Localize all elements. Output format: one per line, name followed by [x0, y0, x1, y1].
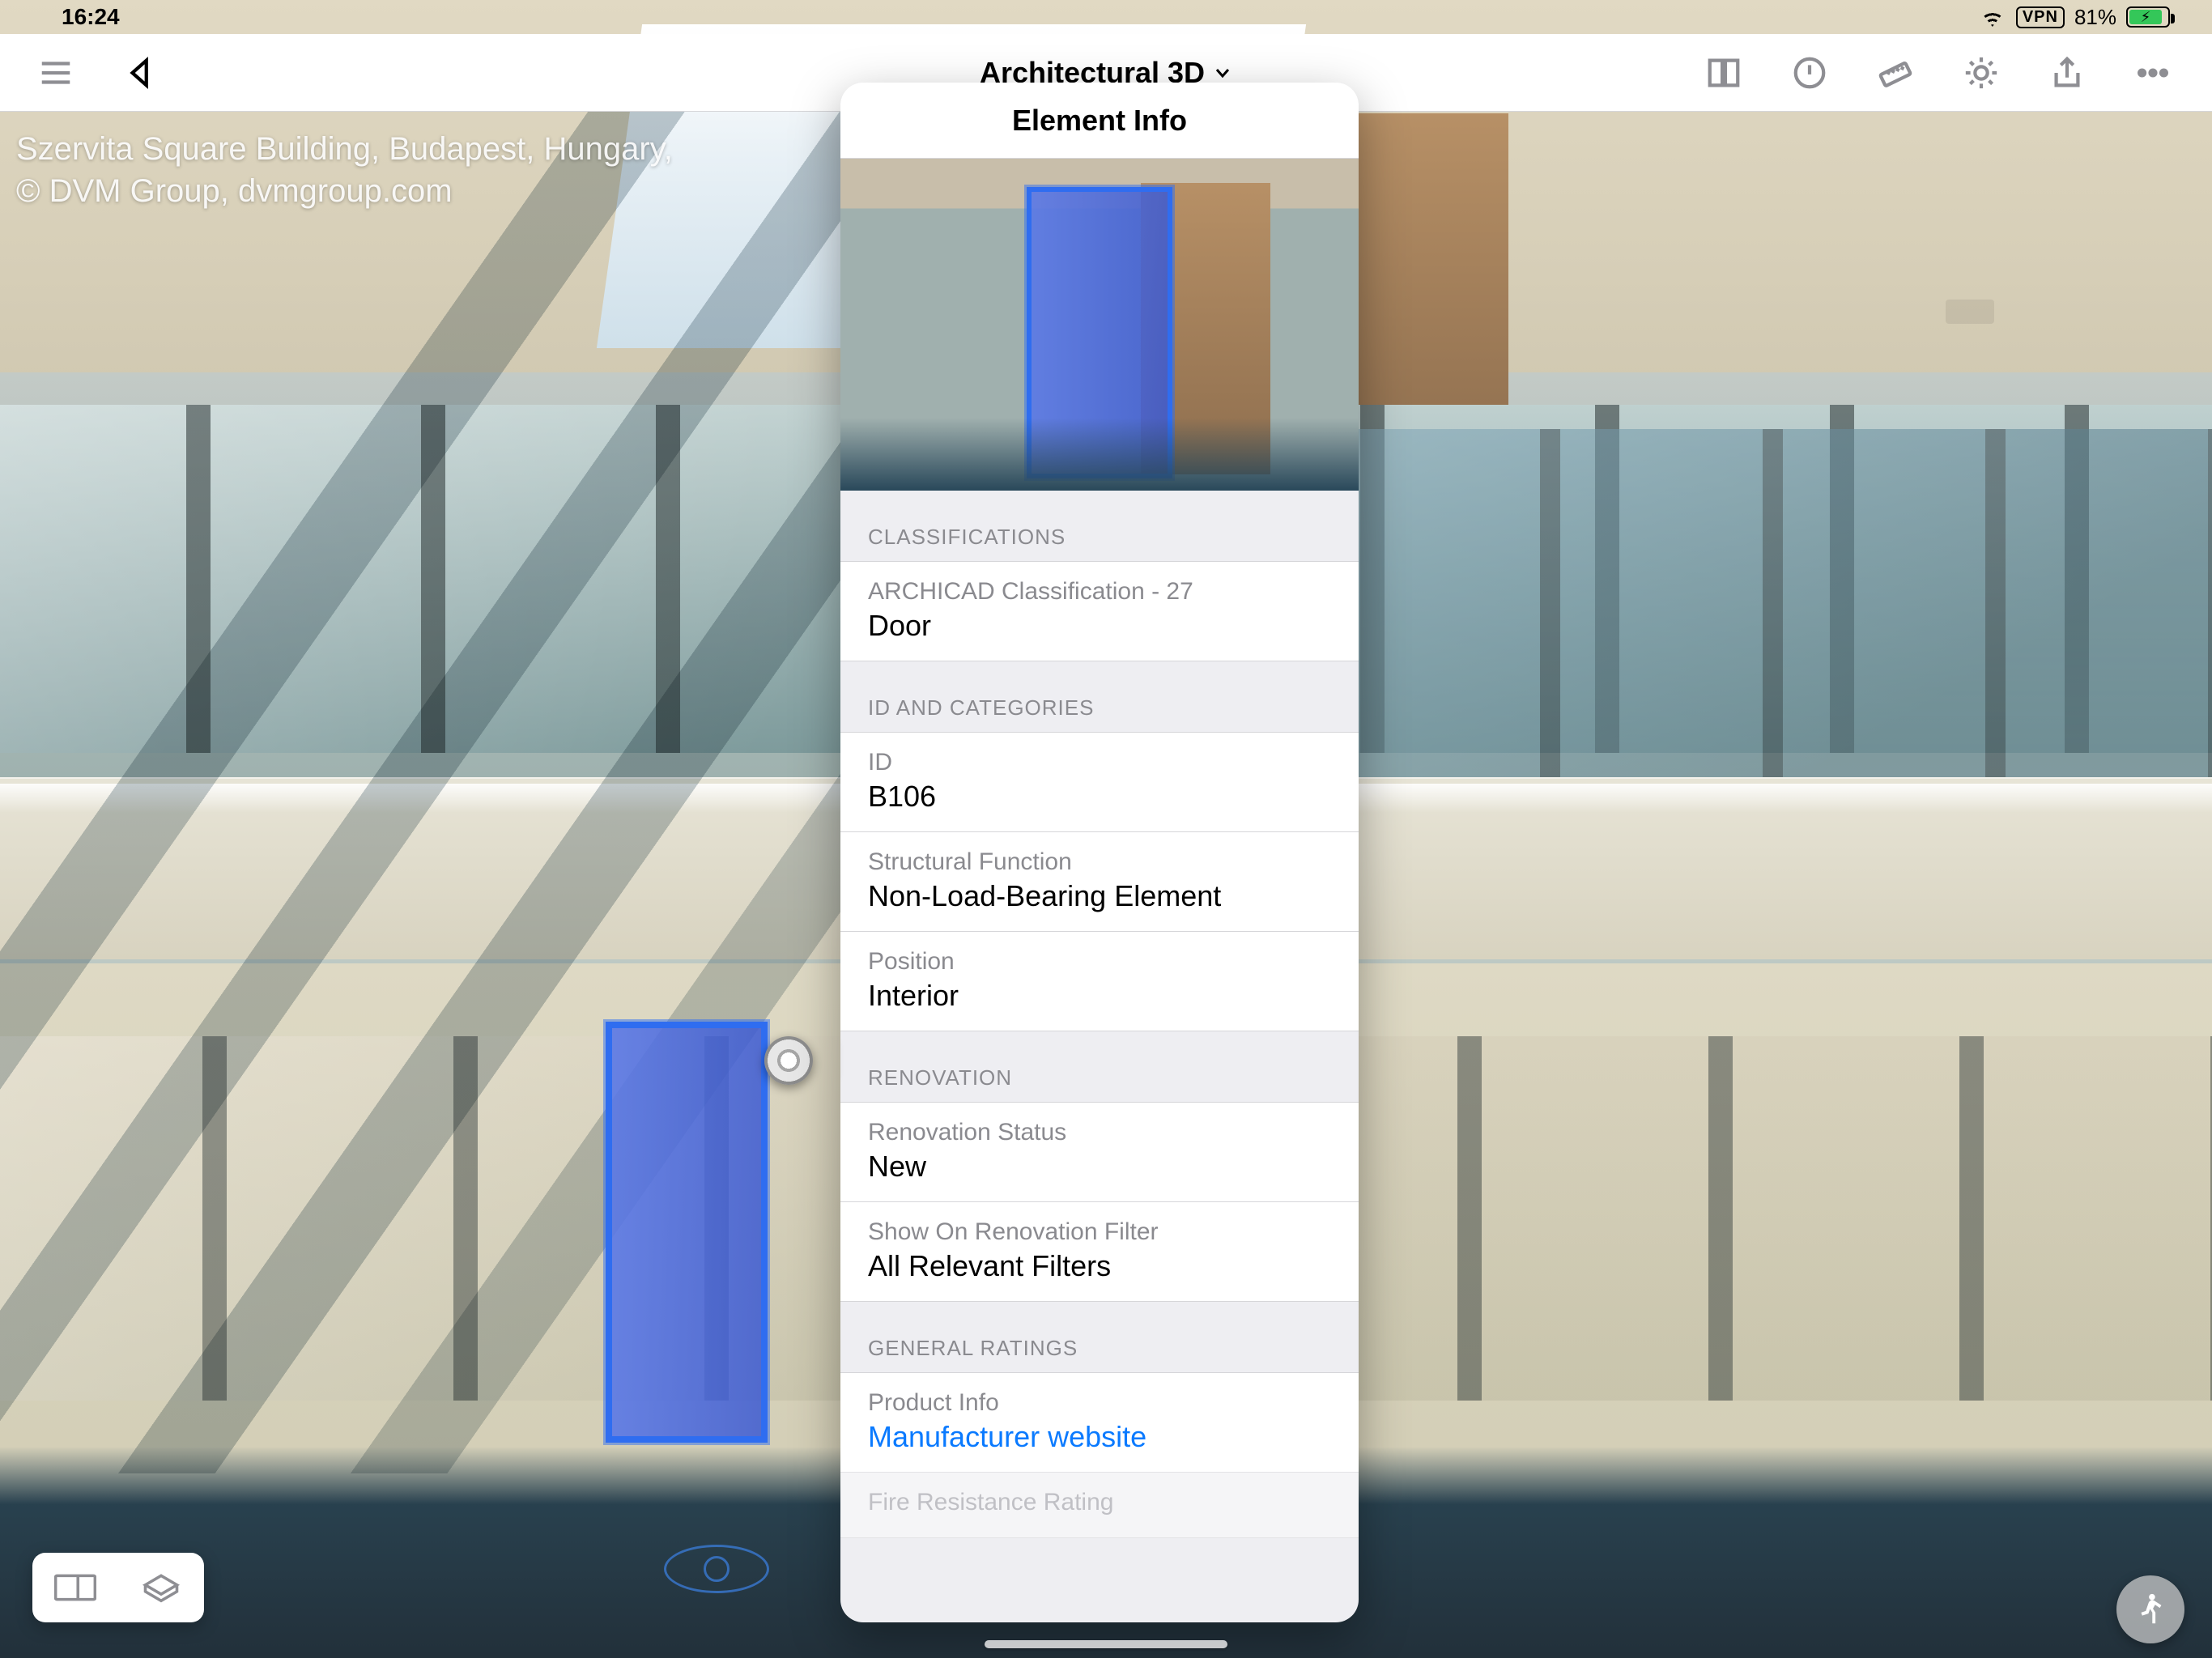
- floor-marker: [664, 1545, 769, 1593]
- view-2d-button[interactable]: [54, 1571, 96, 1604]
- row-product-info[interactable]: Product Info Manufacturer website: [840, 1372, 1359, 1472]
- section-header-classifications: CLASSIFICATIONS: [840, 491, 1359, 561]
- popover-title: Element Info: [840, 83, 1359, 159]
- row-label: Structural Function: [868, 848, 1331, 876]
- row-structural-function[interactable]: Structural Function Non-Load-Bearing Ele…: [840, 831, 1359, 931]
- chevron-down-icon: [1213, 63, 1232, 83]
- caption-line1: Szervita Square Building, Budapest, Hung…: [16, 128, 673, 170]
- row-renovation-filter[interactable]: Show On Renovation Filter All Relevant F…: [840, 1201, 1359, 1302]
- status-time: 16:24: [62, 4, 120, 30]
- wifi-icon: [1979, 7, 2006, 27]
- row-label: Position: [868, 948, 1331, 976]
- row-value: Interior: [868, 979, 1331, 1013]
- caption-line2: © DVM Group, dvmgroup.com: [16, 170, 673, 212]
- row-label: Fire Resistance Rating: [868, 1489, 1331, 1516]
- selection-pin[interactable]: [764, 1036, 813, 1085]
- settings-button[interactable]: [1961, 53, 2001, 93]
- row-value: Non-Load-Bearing Element: [868, 879, 1331, 913]
- issues-button[interactable]: [1789, 53, 1830, 93]
- more-button[interactable]: [2133, 53, 2173, 93]
- popover-scroll[interactable]: CLASSIFICATIONS ARCHICAD Classification …: [840, 491, 1359, 1622]
- section-header-renovation: RENOVATION: [840, 1031, 1359, 1102]
- walk-mode-button[interactable]: [2116, 1575, 2184, 1643]
- row-label: ID: [868, 749, 1331, 776]
- row-renovation-status[interactable]: Renovation Status New: [840, 1102, 1359, 1201]
- battery-icon: ⚡︎: [2126, 6, 2170, 28]
- measure-button[interactable]: [1875, 53, 1916, 93]
- row-label: Renovation Status: [868, 1119, 1331, 1146]
- status-bar: 16:24 VPN 81% ⚡︎: [0, 0, 2212, 34]
- row-value-link[interactable]: Manufacturer website: [868, 1420, 1331, 1454]
- home-indicator[interactable]: [985, 1640, 1227, 1648]
- row-classification[interactable]: ARCHICAD Classification - 27 Door: [840, 561, 1359, 661]
- row-label: Show On Renovation Filter: [868, 1218, 1331, 1246]
- share-button[interactable]: [2047, 53, 2087, 93]
- walk-icon: [2132, 1591, 2169, 1628]
- view-mode-toolbar: [32, 1553, 204, 1622]
- view-3d-button[interactable]: [140, 1571, 182, 1604]
- row-value: All Relevant Filters: [868, 1249, 1331, 1283]
- vpn-icon: VPN: [2016, 6, 2065, 28]
- project-caption: Szervita Square Building, Budapest, Hung…: [16, 128, 673, 212]
- element-info-popover: Element Info CLASSIFICATIONS ARCHICAD Cl…: [840, 83, 1359, 1622]
- row-id[interactable]: ID B106: [840, 732, 1359, 831]
- views-button[interactable]: [1704, 53, 1744, 93]
- row-value: B106: [868, 780, 1331, 814]
- section-header-general-ratings: GENERAL RATINGS: [840, 1302, 1359, 1372]
- preview-selected-door: [1027, 187, 1172, 478]
- row-fire-resistance[interactable]: Fire Resistance Rating: [840, 1472, 1359, 1538]
- row-label: Product Info: [868, 1389, 1331, 1417]
- menu-button[interactable]: [36, 53, 76, 93]
- battery-percentage: 81%: [2074, 5, 2116, 30]
- selected-element-lower[interactable]: [606, 1022, 768, 1443]
- row-label: ARCHICAD Classification - 27: [868, 578, 1331, 606]
- section-header-id: ID AND CATEGORIES: [840, 661, 1359, 732]
- back-button[interactable]: [121, 53, 162, 93]
- element-preview[interactable]: [840, 159, 1359, 491]
- row-value: Door: [868, 609, 1331, 643]
- app-screen: 16:24 VPN 81% ⚡︎ Architectural 3D: [0, 0, 2212, 1658]
- row-position[interactable]: Position Interior: [840, 931, 1359, 1031]
- row-value: New: [868, 1150, 1331, 1184]
